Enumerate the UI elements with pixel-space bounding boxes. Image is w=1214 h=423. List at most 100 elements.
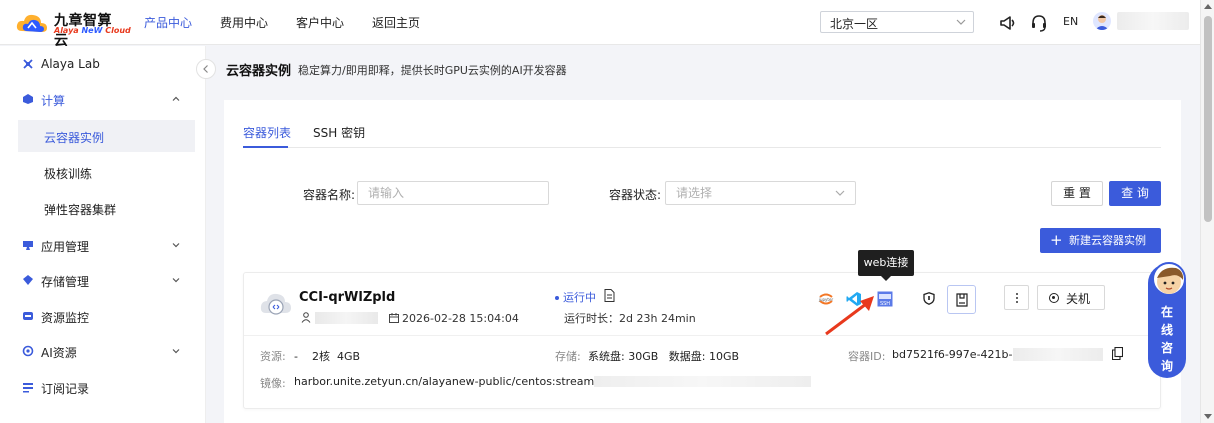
tab-active-indicator [243, 146, 288, 148]
logo[interactable]: 九章智算云 Alaya NeW Cloud [14, 9, 131, 49]
sidebar-item-label: AI资源 [41, 346, 77, 360]
status-filter-select[interactable] [665, 181, 856, 205]
instance-name[interactable]: CCI-qrWlZpld [299, 290, 395, 305]
consultant-avatar-icon[interactable] [1152, 262, 1186, 296]
container-id-redacted [1013, 348, 1103, 361]
shield-icon[interactable] [923, 292, 935, 305]
sidebar-item-app-management[interactable]: 应用管理 [0, 230, 206, 260]
cloud-logo-icon [16, 14, 47, 32]
sidebar-item-alaya-lab[interactable]: Alaya Lab [0, 49, 206, 79]
storage-label: 存储: [555, 350, 581, 363]
scroll-up-arrow-icon[interactable] [1204, 4, 1212, 9]
container-id-label: 容器ID: [848, 350, 886, 363]
more-dot [1016, 301, 1018, 303]
floppy-icon [956, 293, 968, 307]
language-switch[interactable]: EN [1063, 15, 1078, 28]
tab-bar: 容器列表 SSH 密钥 [243, 122, 1161, 148]
user-avatar-icon [1095, 15, 1109, 30]
tab-ssh-keys[interactable]: SSH 密钥 [313, 124, 365, 141]
chevron-up-icon [172, 96, 180, 101]
storage-value: 系统盘: 30GB 数据盘: 10GB [588, 350, 740, 363]
image-redacted [594, 376, 811, 387]
container-id-value: bd7521f6-997e-421b-86 [892, 348, 1027, 361]
container-cloud-icon [260, 293, 291, 315]
status-badge: 运行中 [563, 291, 596, 304]
compute-icon [23, 94, 33, 104]
ai-icon [22, 345, 34, 357]
name-filter-input[interactable] [357, 181, 549, 205]
calendar-icon [389, 313, 399, 323]
sidebar-subitem-elastic-cluster[interactable]: 弹性容器集群 [18, 192, 195, 224]
sidebar-item-label: 应用管理 [41, 240, 90, 254]
storage-icon [23, 275, 33, 285]
sidebar: Alaya Lab 计算 云容器实例 极核训练 弹性容器集群 应用管理 存储管理… [0, 46, 206, 423]
username-redacted[interactable] [1117, 12, 1189, 30]
copy-icon[interactable] [1112, 347, 1123, 360]
new-instance-label: 新建云容器实例 [1069, 234, 1146, 247]
avatar[interactable] [1093, 12, 1111, 30]
sidebar-subitem-label: 云容器实例 [44, 131, 105, 145]
chevron-down-icon [172, 349, 180, 354]
divider [244, 335, 1160, 336]
power-off-label: 关机 [1066, 292, 1091, 306]
nav-billing[interactable]: 费用中心 [220, 14, 268, 31]
chevron-down-icon [172, 278, 180, 283]
resource-label: 资源: [260, 350, 286, 363]
logo-text-en: Alaya NeW Cloud [54, 26, 131, 35]
main-card: 容器列表 SSH 密钥 容器名称: 容器状态: 重 置 查 询 + 新建云容器实… [224, 100, 1181, 423]
nav-products[interactable]: 产品中心 [144, 14, 192, 31]
sidebar-subitem-label: 弹性容器集群 [44, 203, 117, 217]
sidebar-item-label: 计算 [41, 94, 66, 108]
headset-icon[interactable] [1029, 13, 1049, 33]
power-icon [1049, 293, 1059, 303]
sidebar-item-label: 订阅记录 [41, 382, 90, 396]
chevron-down-icon [172, 243, 180, 248]
sidebar-item-storage[interactable]: 存储管理 [0, 265, 206, 295]
online-consult-label[interactable]: 在 线 咨 询 [1160, 303, 1174, 375]
save-image-button[interactable] [947, 285, 976, 314]
chevron-left-icon [203, 65, 208, 73]
name-filter-label: 容器名称: [303, 188, 356, 202]
reset-button[interactable]: 重 置 [1051, 181, 1103, 206]
sidebar-subitem-cloud-container[interactable]: 云容器实例 [18, 120, 195, 152]
query-button[interactable]: 查 询 [1109, 181, 1161, 206]
document-icon[interactable] [604, 289, 615, 302]
new-instance-button[interactable]: + 新建云容器实例 [1040, 228, 1161, 253]
page-scrollbar[interactable] [1200, 0, 1214, 423]
instance-created-time: 2026-02-28 15:04:04 [402, 312, 519, 325]
chevron-down-icon [835, 190, 845, 196]
annotation-arrow-icon [825, 296, 874, 336]
megaphone-icon[interactable] [998, 13, 1018, 33]
sidebar-item-label: Alaya Lab [41, 57, 100, 71]
subscription-icon [23, 383, 33, 393]
sidebar-subitem-label: 极核训练 [44, 167, 93, 181]
scroll-thumb[interactable] [1204, 16, 1212, 222]
more-actions-button[interactable] [1004, 285, 1029, 310]
sidebar-collapse-button[interactable] [196, 59, 216, 79]
user-icon [301, 312, 311, 323]
sidebar-item-compute[interactable]: 计算 [0, 84, 206, 114]
tab-container-list[interactable]: 容器列表 [243, 124, 291, 141]
top-nav: 产品中心 费用中心 客户中心 返回主页 [144, 14, 448, 31]
power-off-button[interactable]: 关机 [1037, 285, 1105, 310]
sidebar-item-ai-resource[interactable]: AI资源 [0, 336, 206, 366]
app-icon [23, 241, 33, 250]
nav-customer[interactable]: 客户中心 [296, 14, 344, 31]
plus-icon: + [1050, 231, 1063, 249]
instance-owner-redacted [315, 312, 378, 324]
region-value: 北京一区 [830, 17, 879, 31]
web-connect-tooltip: web连接 [858, 250, 914, 281]
consult-char: 在 [1160, 305, 1173, 319]
instance-runtime: 运行时长：2d 23h 24min [564, 312, 696, 325]
consult-char: 询 [1160, 359, 1173, 373]
sidebar-subitem-training[interactable]: 极核训练 [18, 156, 195, 188]
nav-home[interactable]: 返回主页 [372, 14, 420, 31]
sidebar-item-monitor[interactable]: 资源监控 [0, 301, 206, 331]
lab-icon [23, 59, 33, 69]
sidebar-item-subscription[interactable]: 订阅记录 [0, 372, 206, 402]
sidebar-item-label: 存储管理 [41, 275, 90, 289]
status-dot [555, 296, 559, 300]
region-select[interactable]: 北京一区 [820, 11, 974, 33]
consult-char: 咨 [1160, 341, 1173, 355]
scroll-down-arrow-icon[interactable] [1204, 414, 1212, 419]
